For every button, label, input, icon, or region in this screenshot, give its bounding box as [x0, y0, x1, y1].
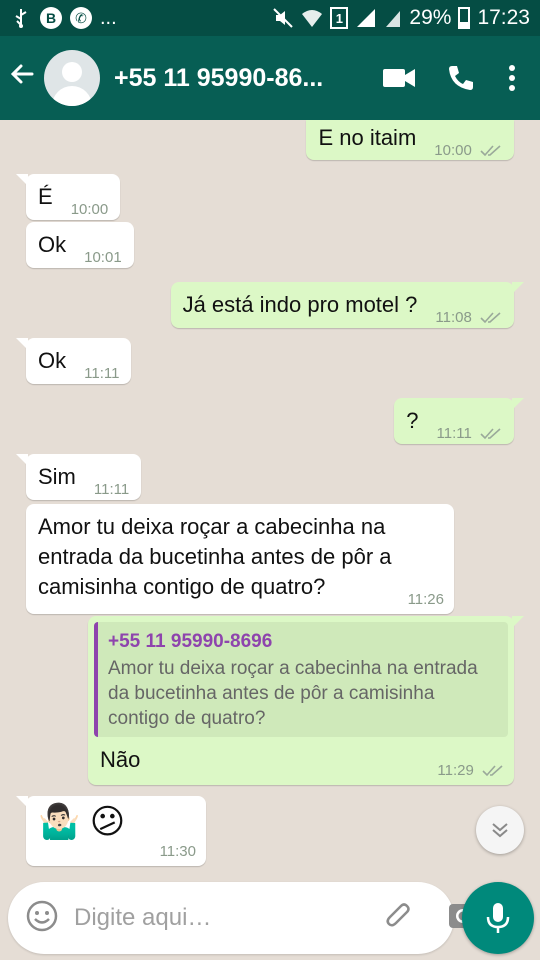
battery-icon	[458, 7, 471, 29]
message-input[interactable]	[74, 904, 384, 932]
message-time: 11:30	[159, 843, 196, 860]
sim-slot-icon: 1	[330, 7, 349, 29]
message-incoming[interactable]: Sim 11:11	[15, 454, 142, 500]
message-text: Ok	[38, 232, 67, 257]
quoted-sender: +55 11 95990-8696	[108, 631, 273, 652]
quoted-text: Amor tu deixa roçar a cabecinha na entra…	[108, 658, 478, 729]
double-check-icon	[480, 145, 501, 157]
message-time: 11:11	[437, 425, 502, 442]
whatsapp-notification-icon: ✆	[70, 7, 92, 29]
message-time: 11:08	[435, 309, 502, 326]
notification-icon: B	[40, 7, 62, 29]
scroll-down-button[interactable]	[476, 806, 524, 854]
chat-header: +55 11 95990-86...	[0, 36, 540, 120]
message-outgoing[interactable]: Já está indo pro motel ? 11:08	[170, 282, 525, 328]
message-text: ?	[406, 408, 419, 433]
clock: 17:23	[477, 6, 530, 29]
battery-percent: 29%	[409, 6, 452, 29]
message-text: Sim	[38, 464, 76, 489]
message-time: 10:01	[84, 249, 122, 266]
video-call-icon[interactable]	[368, 48, 430, 108]
attach-icon[interactable]	[384, 901, 414, 936]
message-composer	[8, 882, 477, 954]
mic-icon	[486, 903, 510, 933]
message-incoming[interactable]: 🤷🏻‍♂️ 😕 11:30	[16, 796, 206, 866]
message-time: 11:11	[93, 481, 130, 498]
usb-icon	[15, 9, 27, 28]
message-text: Amor tu deixa roçar a cabecinha na entra…	[38, 514, 392, 599]
message-text: E no itaim	[318, 125, 417, 150]
signal-icon	[357, 9, 376, 27]
message-incoming[interactable]: Ok 10:01	[26, 222, 134, 268]
status-bar: B ✆ ... 1 29% 17:23	[0, 0, 540, 36]
more-notifications: ...	[100, 6, 117, 29]
contact-avatar[interactable]	[44, 50, 100, 106]
double-check-icon	[482, 765, 503, 777]
message-time: 10:00	[70, 201, 109, 218]
phone-call-icon[interactable]	[430, 48, 492, 108]
contact-name[interactable]: +55 11 95990-86...	[114, 64, 342, 93]
scroll-down-icon	[492, 823, 508, 838]
message-time: 11:29	[437, 762, 504, 779]
back-arrow-icon[interactable]	[8, 60, 38, 96]
more-vert-icon[interactable]	[492, 48, 532, 108]
mute-icon	[273, 8, 294, 28]
mic-button[interactable]	[462, 882, 534, 954]
message-text: É	[38, 184, 53, 209]
double-check-icon	[480, 428, 501, 440]
signal-icon-2	[386, 11, 401, 27]
message-incoming[interactable]: É 10:00	[15, 174, 121, 220]
message-list[interactable]: E no itaim 10:00 É 10:00 Ok 10:01 Já est…	[0, 120, 540, 880]
wifi-icon	[302, 10, 323, 27]
message-emoji: 🤷🏻‍♂️ 😕	[38, 803, 126, 841]
message-text: Ok	[38, 348, 67, 373]
message-outgoing-reply[interactable]: +55 11 95990-8696 Amor tu deixa roçar a …	[88, 616, 524, 785]
message-incoming[interactable]: Ok 11:11	[15, 338, 132, 384]
message-outgoing[interactable]: ? 11:11	[394, 398, 524, 444]
message-time: 11:11	[84, 365, 120, 382]
message-text: Já está indo pro motel ?	[182, 292, 418, 317]
message-time: 11:26	[407, 591, 444, 608]
message-incoming[interactable]: Amor tu deixa roçar a cabecinha na entra…	[26, 504, 454, 614]
message-time: 10:00	[434, 142, 502, 159]
quoted-message[interactable]: +55 11 95990-8696 Amor tu deixa roçar a …	[94, 622, 508, 737]
message-outgoing[interactable]: E no itaim 10:00	[306, 120, 514, 160]
double-check-icon	[480, 312, 501, 324]
emoji-icon[interactable]	[26, 900, 58, 937]
